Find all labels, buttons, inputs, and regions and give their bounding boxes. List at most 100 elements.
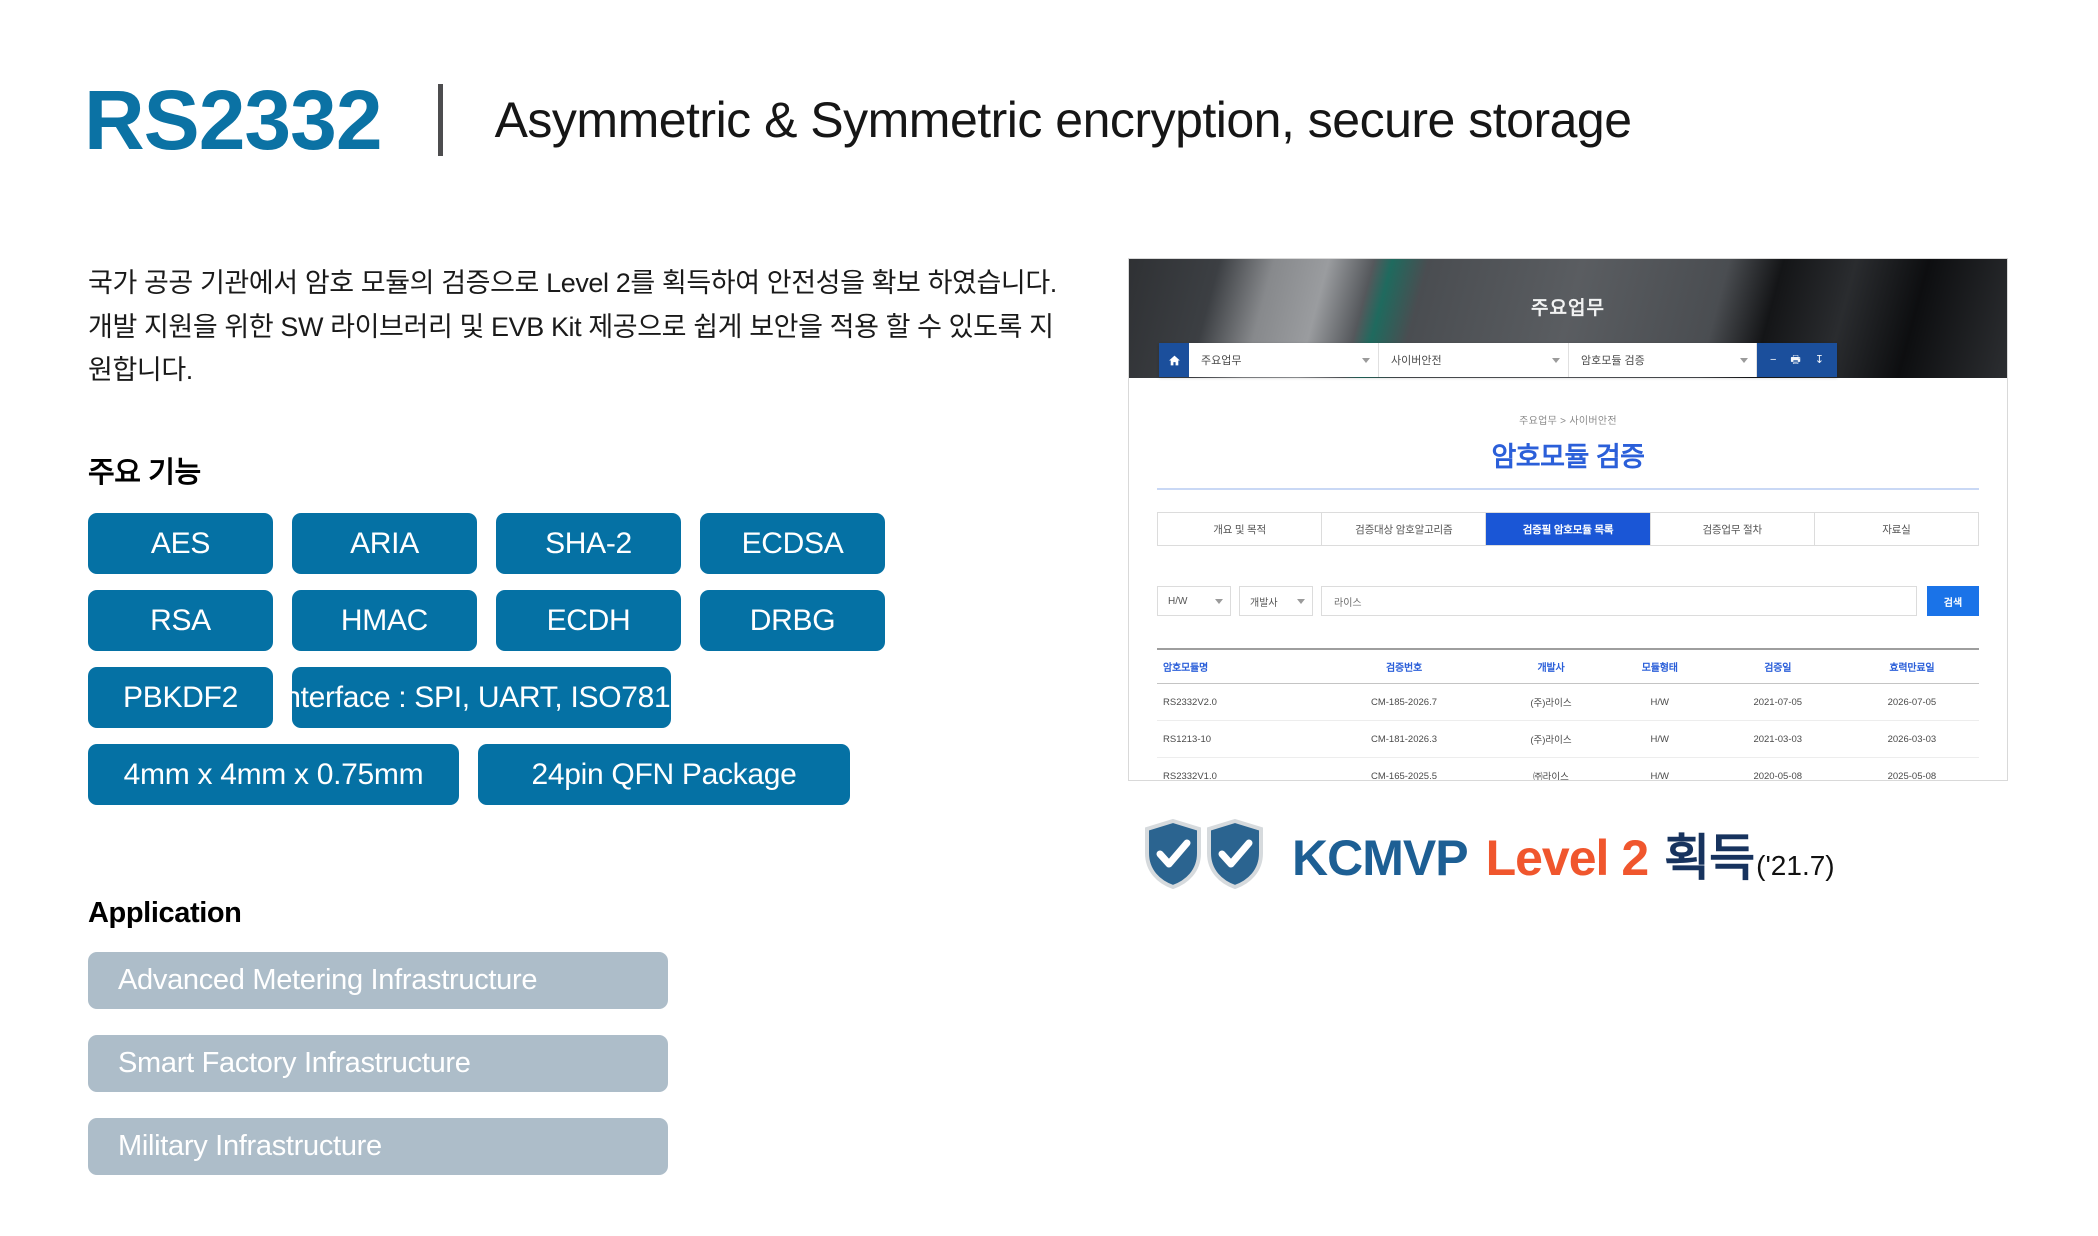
minus-icon[interactable]: − bbox=[1770, 354, 1776, 366]
share-icon[interactable]: ↧ bbox=[1815, 354, 1824, 366]
feature-chip-row: RSA HMAC ECDH DRBG bbox=[88, 590, 888, 652]
table-row: RS1213-10 CM-181-2026.3 (주)라이스 H/W 2021-… bbox=[1157, 720, 1979, 758]
mockup-page-title: 암호모듈 검증 bbox=[1491, 442, 1645, 472]
feature-chip-row: PBKDF2 Interface : SPI, UART, ISO7816 bbox=[88, 667, 888, 729]
print-icon[interactable]: 🖶 bbox=[1790, 354, 1800, 366]
cell-validation-date: 2021-07-05 bbox=[1710, 683, 1845, 721]
nav-action-group: − 🖶 ↧ bbox=[1757, 343, 1837, 377]
search-button[interactable]: 검색 bbox=[1927, 586, 1979, 616]
cell-module-type: H/W bbox=[1608, 757, 1711, 780]
feature-chip-row: AES ARIA SHA-2 ECDSA bbox=[88, 513, 888, 575]
cell-cert-number: CM-185-2026.7 bbox=[1314, 683, 1494, 721]
search-input[interactable]: 라이스 bbox=[1321, 586, 1917, 616]
table-row: RS2332V1.0 CM-165-2025.5 ㈜라이스 H/W 2020-0… bbox=[1157, 757, 1979, 780]
breadcrumb: 주요업무 > 사이버안전 bbox=[1519, 416, 1617, 427]
left-content-column: 국가 공공 기관에서 암호 모듈의 검증으로 Level 2를 획득하여 안전성… bbox=[88, 262, 1078, 1176]
column-header-developer: 개발사 bbox=[1493, 649, 1609, 684]
cell-module-name: RS2332V2.0 bbox=[1157, 683, 1315, 721]
chevron-down-icon bbox=[1552, 357, 1560, 363]
kcmvp-korean-label: 획득 bbox=[1664, 830, 1755, 886]
kcmvp-name: KCMVP bbox=[1292, 830, 1469, 886]
feature-chip: RSA bbox=[88, 590, 273, 652]
cell-module-type: H/W bbox=[1608, 683, 1711, 721]
cell-module-name: RS1213-10 bbox=[1157, 720, 1315, 758]
cell-cert-number: CM-165-2025.5 bbox=[1314, 757, 1494, 780]
product-code-title: RS2332 bbox=[84, 73, 383, 167]
tab-validated-modules[interactable]: 검증필 암호모듈 목록 bbox=[1486, 513, 1651, 545]
feature-chip-row: 4mm x 4mm x 0.75mm 24pin QFN Package bbox=[88, 744, 888, 806]
tab-overview[interactable]: 개요 및 목적 bbox=[1158, 513, 1323, 545]
kcmvp-level: Level 2 bbox=[1485, 830, 1650, 886]
column-header-cert-number: 검증번호 bbox=[1314, 649, 1494, 684]
feature-chip-interface: Interface : SPI, UART, ISO7816 bbox=[276, 667, 687, 729]
hero-banner-image: 주요업무 주요업무 사이버안전 암호모듈 검증 − 🖶 ↧ bbox=[1129, 259, 2007, 378]
nav-select-department[interactable]: 주요업무 bbox=[1189, 343, 1379, 377]
application-section: Application Advanced Metering Infrastruc… bbox=[88, 897, 1078, 1176]
nav-select-label: 사이버안전 bbox=[1391, 355, 1442, 367]
chevron-down-icon bbox=[1362, 357, 1370, 363]
nav-select-label: 암호모듈 검증 bbox=[1581, 355, 1645, 367]
feature-chip: ECDSA bbox=[700, 513, 885, 575]
shield-check-icon bbox=[1207, 819, 1263, 889]
column-header-module-name: 암호모듈명 bbox=[1157, 649, 1315, 684]
column-header-expiry-date: 효력만료일 bbox=[1844, 649, 1979, 684]
nav-select-page[interactable]: 암호모듈 검증 bbox=[1569, 343, 1757, 377]
module-type-select[interactable]: H/W bbox=[1157, 586, 1231, 616]
column-header-module-type: 모듈형태 bbox=[1608, 649, 1711, 684]
feature-chip: AES bbox=[88, 513, 273, 575]
search-filter-row: H/W 개발사 라이스 검색 bbox=[1157, 586, 1979, 616]
cell-expiry-date: 2025-05-08 bbox=[1844, 757, 1979, 780]
cell-cert-number: CM-181-2026.3 bbox=[1314, 720, 1494, 758]
website-screenshot-mockup: 주요업무 주요업무 사이버안전 암호모듈 검증 − 🖶 ↧ 주요업무 > 사이버… bbox=[1128, 258, 2008, 781]
mockup-tab-bar: 개요 및 목적 검증대상 암호알고리즘 검증필 암호모듈 목록 검증업무 절차 … bbox=[1157, 512, 1979, 546]
search-field-value: 개발사 bbox=[1250, 597, 1278, 609]
feature-chip: DRBG bbox=[700, 590, 885, 652]
feature-chip-grid: AES ARIA SHA-2 ECDSA RSA HMAC ECDH DRBG … bbox=[88, 513, 888, 821]
tab-algorithms[interactable]: 검증대상 암호알고리즘 bbox=[1322, 513, 1487, 545]
kcmvp-certification-badge: KCMVP Level 2 획득 ('21.7) bbox=[1144, 818, 1835, 890]
features-heading: 주요 기능 bbox=[88, 457, 201, 490]
nav-select-label: 주요업무 bbox=[1201, 355, 1242, 367]
cell-developer: ㈜라이스 bbox=[1493, 757, 1609, 780]
feature-chip: PBKDF2 bbox=[88, 667, 273, 729]
product-sheet-page: RS2332 Asymmetric & Symmetric encryption… bbox=[0, 0, 2098, 1236]
product-subtitle: Asymmetric & Symmetric encryption, secur… bbox=[494, 92, 1632, 148]
feature-chip-dimensions: 4mm x 4mm x 0.75mm bbox=[88, 744, 459, 806]
cell-module-name: RS2332V1.0 bbox=[1157, 757, 1315, 780]
cell-developer: (주)라이스 bbox=[1493, 683, 1609, 721]
application-list: Advanced Metering Infrastructure Smart F… bbox=[88, 952, 1078, 1176]
feature-chip: SHA-2 bbox=[496, 513, 681, 575]
cell-validation-date: 2021-03-03 bbox=[1710, 720, 1845, 758]
chevron-down-icon bbox=[1297, 598, 1305, 604]
home-icon[interactable] bbox=[1159, 343, 1189, 377]
title-underline-rule bbox=[1157, 488, 1979, 490]
column-header-validation-date: 검증일 bbox=[1710, 649, 1845, 684]
cell-expiry-date: 2026-03-03 bbox=[1844, 720, 1979, 758]
site-navigation-bar: 주요업무 사이버안전 암호모듈 검증 − 🖶 ↧ bbox=[1159, 343, 1837, 377]
validated-modules-table: 암호모듈명 검증번호 개발사 모듈형태 검증일 효력만료일 RS2332V2.0… bbox=[1157, 648, 1979, 780]
application-chip: Smart Factory Infrastructure bbox=[88, 1035, 668, 1093]
cell-validation-date: 2020-05-08 bbox=[1710, 757, 1845, 780]
hero-label: 주요업무 bbox=[1531, 298, 1605, 319]
kcmvp-label-group: KCMVP Level 2 획득 ('21.7) bbox=[1292, 818, 1835, 890]
chevron-down-icon bbox=[1215, 598, 1223, 604]
cell-developer: (주)라이스 bbox=[1493, 720, 1609, 758]
title-divider bbox=[437, 84, 443, 156]
feature-chip-package: 24pin QFN Package bbox=[478, 744, 850, 806]
kcmvp-date: ('21.7) bbox=[1756, 850, 1835, 881]
feature-chip: HMAC bbox=[292, 590, 477, 652]
module-type-value: H/W bbox=[1168, 595, 1188, 607]
tab-resources[interactable]: 자료실 bbox=[1814, 513, 1979, 545]
cell-module-type: H/W bbox=[1608, 720, 1711, 758]
feature-chip: ECDH bbox=[496, 590, 681, 652]
nav-select-category[interactable]: 사이버안전 bbox=[1379, 343, 1569, 377]
shield-icon-group bbox=[1144, 819, 1268, 889]
mockup-page-body: 주요업무 > 사이버안전 암호모듈 검증 개요 및 목적 검증대상 암호알고리즘… bbox=[1129, 378, 2007, 780]
tab-procedure[interactable]: 검증업무 절차 bbox=[1650, 513, 1815, 545]
feature-chip: ARIA bbox=[292, 513, 477, 575]
table-row: RS2332V2.0 CM-185-2026.7 (주)라이스 H/W 2021… bbox=[1157, 683, 1979, 721]
search-field-select[interactable]: 개발사 bbox=[1239, 586, 1313, 616]
application-chip: Advanced Metering Infrastructure bbox=[88, 952, 668, 1010]
chevron-down-icon bbox=[1740, 357, 1748, 363]
table-header-row: 암호모듈명 검증번호 개발사 모듈형태 검증일 효력만료일 bbox=[1157, 649, 1979, 684]
